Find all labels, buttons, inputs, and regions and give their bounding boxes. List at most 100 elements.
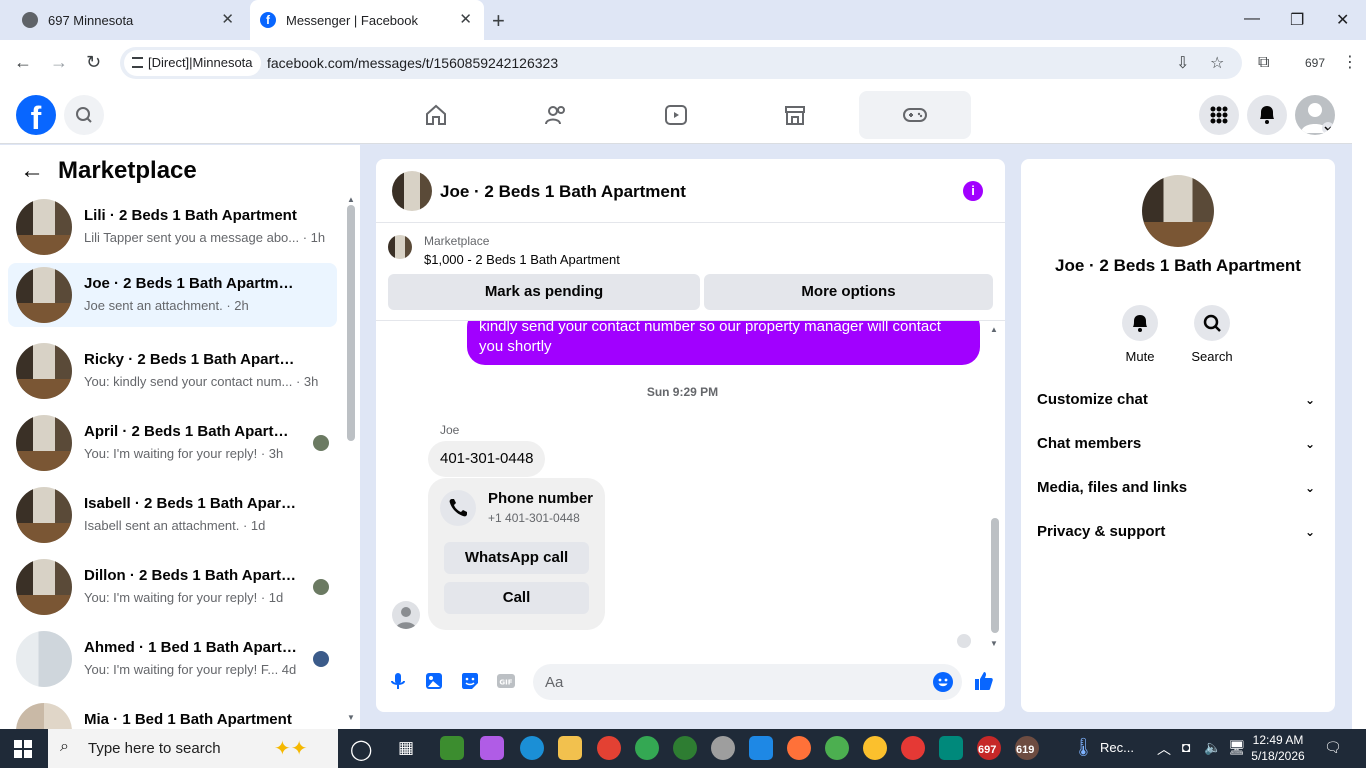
search-button[interactable] [64,95,104,135]
photo-icon[interactable] [424,671,444,691]
scroll-up-icon[interactable]: ▲ [347,195,355,204]
notification-center-icon[interactable]: 🗨 [1324,739,1342,756]
back-arrow-icon[interactable]: ← [14,52,32,73]
info-icon[interactable]: i [963,181,983,201]
search-action[interactable]: Search [1182,305,1242,364]
minimize-icon[interactable]: — [1244,10,1260,28]
details-avatar[interactable] [1142,175,1214,247]
notifications-button[interactable] [1247,95,1287,135]
chrome-icon[interactable] [901,736,925,760]
tab-697-minnesota[interactable]: 697 Minnesota ✕ [8,0,246,40]
profile-label[interactable]: 697 [1305,56,1325,70]
conversation-name: Dillon · 2 Beds 1 Bath Apartm... [84,567,300,584]
volume-icon[interactable]: 🔈 [1204,739,1221,756]
firefox-icon[interactable] [787,736,811,760]
sidebar-title: Marketplace [58,157,197,184]
sidebar-scrollbar[interactable] [347,205,355,441]
network-icon[interactable]: 🖥 [1228,739,1246,756]
conversation-name: Lili · 2 Beds 1 Bath Apartment [84,207,297,224]
conversation-item-selected[interactable]: Joe · 2 Beds 1 Bath Apartment Joe sent a… [8,263,337,327]
tab-search-icon[interactable]: ⧉ [1258,54,1269,72]
windows-start-icon[interactable] [14,740,32,758]
browser-tabstrip: 697 Minnesota ✕ f Messenger | Facebook ✕… [0,0,1366,40]
system-clock[interactable]: 12:49 AM 5/18/2026 [1248,732,1308,764]
more-options-button[interactable]: More options [704,274,993,310]
window-close-icon[interactable]: ✕ [1336,10,1349,30]
reload-icon[interactable]: ↻ [86,52,101,73]
restore-icon[interactable]: ❐ [1290,10,1304,30]
nav-gaming[interactable] [859,91,971,139]
new-tab-icon[interactable]: + [492,8,505,34]
chevron-up-icon[interactable]: ︿ [1157,739,1171,759]
conversation-name: Isabell · 2 Beds 1 Bath Apartment [84,495,300,512]
edge-icon[interactable] [520,736,544,760]
site-info-chip[interactable]: [Direct]|Minnesota [124,50,261,76]
camera-icon[interactable]: ◘ [1182,739,1190,755]
chat-members-row[interactable]: Chat members ⌄ [1037,422,1319,466]
nav-marketplace[interactable] [739,91,851,139]
nav-video[interactable] [620,91,732,139]
app-icon[interactable] [673,736,697,760]
media-files-links-row[interactable]: Media, files and links ⌄ [1037,466,1319,510]
conversation-item[interactable]: Ahmed · 1 Bed 1 Bath Apartm... You: I'm … [8,627,337,691]
sender-avatar[interactable] [392,601,420,629]
facebook-logo-icon[interactable]: f [16,95,56,135]
app-icon[interactable] [863,736,887,760]
scroll-up-icon[interactable]: ▲ [990,325,998,334]
conversation-item[interactable]: Dillon · 2 Beds 1 Bath Apartm... You: I'… [8,555,337,619]
call-button[interactable]: Call [444,582,589,614]
chat-avatar[interactable] [392,171,432,211]
emoji-icon[interactable] [933,672,953,692]
tab-close-icon[interactable]: ✕ [221,11,234,29]
mute-action[interactable]: Mute [1110,305,1170,364]
microphone-icon[interactable] [388,671,408,691]
chat-title[interactable]: Joe · 2 Beds 1 Bath Apartment [440,182,686,202]
sticker-icon[interactable] [460,671,480,691]
mark-as-pending-button[interactable]: Mark as pending [388,274,700,310]
privacy-support-row[interactable]: Privacy & support ⌄ [1037,510,1319,554]
menu-dots-icon[interactable]: ⋮ [1342,52,1358,72]
whatsapp-call-button[interactable]: WhatsApp call [444,542,589,574]
listing-title[interactable]: $1,000 - 2 Beds 1 Bath Apartment [424,252,620,267]
copilot-icon[interactable] [480,736,504,760]
conversation-item[interactable]: Mia · 1 Bed 1 Bath Apartment [8,699,337,729]
url-text[interactable]: facebook.com/messages/t/1560859242126323 [267,55,558,71]
address-bar[interactable]: [Direct]|Minnesota facebook.com/messages… [120,47,1242,79]
taskbar-search[interactable]: ⌕ Type here to search ✦✦ [48,729,338,768]
forward-arrow-icon[interactable]: → [50,52,68,73]
widgets-icon[interactable]: ▦ [398,738,414,758]
page-scrollbar[interactable] [1352,86,1366,729]
chat-scrollbar[interactable] [991,518,999,633]
app-icon[interactable] [939,736,963,760]
conversation-item[interactable]: April · 2 Beds 1 Bath Apartment You: I'm… [8,411,337,475]
install-app-icon[interactable]: ⇩ [1176,53,1189,73]
task-view-icon[interactable]: ◯ [350,737,372,762]
gif-icon[interactable]: GIF [496,671,516,691]
back-arrow-icon[interactable]: ← [20,157,44,185]
app-icon[interactable] [749,736,773,760]
chrome-icon[interactable] [635,736,659,760]
nav-home[interactable] [380,91,492,139]
listing-thumbnail[interactable] [388,235,412,259]
tab-messenger[interactable]: f Messenger | Facebook ✕ [250,0,484,40]
scroll-down-icon[interactable]: ▼ [990,639,998,648]
thumbs-up-icon[interactable] [973,670,995,692]
conversation-item[interactable]: Ricky · 2 Beds 1 Bath Apartment You: kin… [8,339,337,403]
file-explorer-icon[interactable] [558,736,582,760]
scroll-down-icon[interactable]: ▼ [347,713,355,722]
bookmark-star-icon[interactable]: ☆ [1210,53,1224,73]
chrome-icon[interactable] [825,736,849,760]
message-input[interactable] [545,664,925,700]
nav-friends[interactable] [500,91,612,139]
account-avatar[interactable] [1295,95,1335,135]
chrome-icon[interactable] [597,736,621,760]
app-icon[interactable] [440,736,464,760]
customize-chat-row[interactable]: Customize chat ⌄ [1037,378,1319,422]
conversation-item[interactable]: Lili · 2 Beds 1 Bath Apartment Lili Tapp… [8,195,337,259]
conversation-item[interactable]: Isabell · 2 Beds 1 Bath Apartment Isabel… [8,483,337,547]
app-icon[interactable] [711,736,735,760]
listing-thumbnail [16,415,72,471]
weather-label[interactable]: Rec... [1100,740,1134,755]
tab-close-icon[interactable]: ✕ [459,11,472,29]
menu-button[interactable] [1199,95,1239,135]
